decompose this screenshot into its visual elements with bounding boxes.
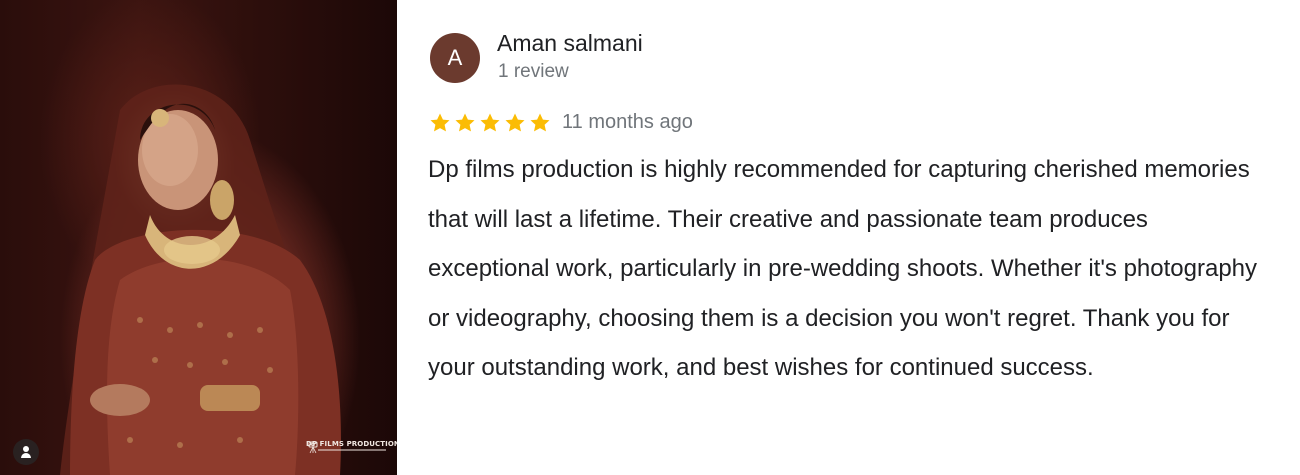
reviewer-name[interactable]: Aman salmani — [497, 30, 643, 57]
star-icon — [428, 111, 452, 135]
user-tag-icon[interactable] — [13, 439, 39, 465]
watermark-logo: DP FILMS PRODUCTION — [306, 440, 397, 454]
review-date: 11 months ago — [562, 111, 693, 133]
star-icon — [478, 111, 502, 135]
camera-tripod-icon — [308, 441, 318, 454]
star-icon — [528, 111, 552, 135]
review-text: Dp films production is highly recommende… — [428, 156, 1258, 382]
review-photo[interactable]: DP FILMS PRODUCTION — [0, 0, 397, 475]
star-icon — [453, 111, 477, 135]
review-count: 1 review — [498, 61, 569, 82]
bride-portrait-illustration — [60, 84, 341, 475]
avatar[interactable]: A — [430, 33, 480, 83]
star-rating — [428, 111, 553, 140]
star-icon — [503, 111, 527, 135]
watermark-underline — [318, 449, 386, 451]
